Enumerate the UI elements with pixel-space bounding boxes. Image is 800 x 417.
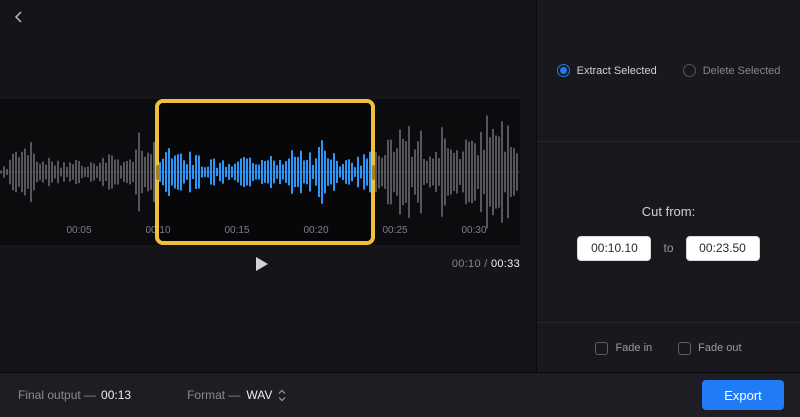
fade-out-label: Fade out <box>698 342 742 354</box>
transport-bar: 00:10 / 00:33 <box>0 251 520 279</box>
up-down-chevrons-icon <box>278 389 286 401</box>
cut-start-input[interactable] <box>577 235 652 261</box>
play-button[interactable] <box>249 253 271 275</box>
final-output: Final output — 00:13 <box>18 388 131 402</box>
radio-delete-selected[interactable]: Delete Selected <box>682 64 781 77</box>
format-select[interactable]: Format — WAV <box>187 388 286 402</box>
footer-bar: Final output — 00:13 Format — WAV Export <box>0 372 800 417</box>
cut-from-label: Cut from: <box>641 203 696 219</box>
radio-checked-icon <box>556 64 570 77</box>
fade-out-checkbox[interactable]: Fade out <box>678 341 742 355</box>
chevron-left-icon <box>14 11 22 23</box>
export-button[interactable]: Export <box>702 380 784 410</box>
format-label: Format — <box>187 388 241 402</box>
cut-range-row: to <box>577 235 760 261</box>
fade-section: Fade in Fade out <box>537 323 800 373</box>
selection-handle-left[interactable] <box>155 165 159 180</box>
current-time: 00:10 <box>451 258 481 270</box>
checkbox-icon <box>595 341 609 355</box>
radio-delete-label: Delete Selected <box>702 64 781 77</box>
checkbox-icon <box>678 341 692 355</box>
radio-extract-label: Extract Selected <box>576 64 657 77</box>
selection-handle-right[interactable] <box>371 165 375 180</box>
waveform-timeline[interactable]: 00:05 00:10 00:15 00:20 00:25 00:30 <box>0 99 520 245</box>
cut-end-input[interactable] <box>685 235 760 261</box>
audio-cutter-app: 00:05 00:10 00:15 00:20 00:25 00:30 00:1… <box>0 0 800 417</box>
radio-unchecked-icon <box>682 64 696 77</box>
settings-panel: Extract Selected Delete Selected Cut fro… <box>536 0 800 372</box>
back-button[interactable] <box>8 6 30 28</box>
final-output-label: Final output — <box>18 388 97 402</box>
time-display: 00:10 / 00:33 <box>452 258 520 270</box>
play-icon <box>255 257 268 271</box>
fade-in-checkbox[interactable]: Fade in <box>595 341 653 355</box>
cut-section: Cut from: to <box>537 142 800 323</box>
fade-in-label: Fade in <box>615 342 653 354</box>
mode-section: Extract Selected Delete Selected <box>537 0 800 142</box>
time-separator: / <box>484 258 488 270</box>
format-value: WAV <box>246 388 273 402</box>
radio-extract-selected[interactable]: Extract Selected <box>556 64 657 77</box>
total-duration: 00:33 <box>490 258 520 270</box>
to-label: to <box>663 241 674 255</box>
final-output-value: 00:13 <box>101 388 132 402</box>
selection-region[interactable] <box>155 99 375 245</box>
